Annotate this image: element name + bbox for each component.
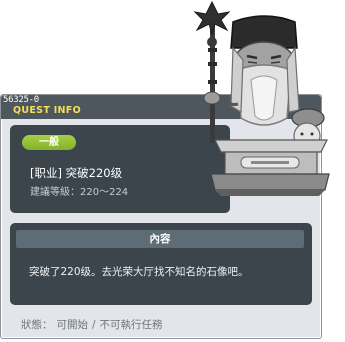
stone-statue-npc-icon [193, 0, 330, 196]
staff-leaf-icon [193, 0, 231, 36]
quest-status-line: 狀態： 可開始 / 不可執行任務 [21, 317, 163, 332]
quest-name: [职业] 突破220级 [30, 166, 123, 180]
quest-level-requirement: 建議等級：220～224 [30, 187, 129, 198]
content-text: 突破了220级。去光荣大厅找不知名的石像吧。 [29, 266, 249, 278]
status-availability: 可開始 [56, 319, 89, 331]
status-label: 狀態： [21, 319, 53, 331]
quest-content-panel: 內容 突破了220级。去光荣大厅找不知名的石像吧。 [10, 223, 312, 305]
quest-category-badge: 一般 [22, 135, 76, 150]
quest-id: 56325-0 [3, 95, 39, 105]
content-header: 內容 [16, 230, 304, 248]
window-title: QUEST INFO [13, 105, 81, 116]
status-separator: / [92, 319, 96, 331]
status-action: 不可執行任務 [99, 319, 163, 331]
